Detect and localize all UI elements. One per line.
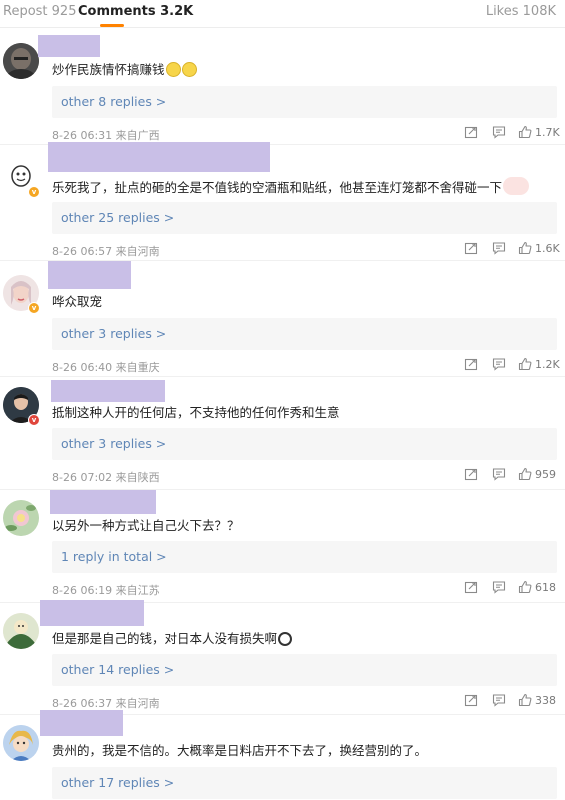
comment-text: 哗众取宠 xyxy=(52,293,102,311)
like-count: 1.6K xyxy=(535,242,560,255)
like-count: 1.2K xyxy=(535,358,560,371)
tab-repost[interactable]: Repost 925 xyxy=(3,4,76,19)
comment-meta: 8-26 06:31 来自广西 xyxy=(52,129,160,142)
comment-icon[interactable] xyxy=(492,693,506,707)
yellow-face-icon xyxy=(181,62,197,77)
comment-body: 抵制这种人开的任何店，不支持他的任何作秀和生意 xyxy=(52,405,340,420)
comment-item: 贵州的，我是不信的。大概率是日料店开不下去了，换经营别的了。 other 17 … xyxy=(0,710,565,800)
comment-text: 炒作民族情怀搞赚钱 xyxy=(52,61,197,79)
replies-link[interactable]: other 25 replies > xyxy=(52,202,557,234)
share-icon[interactable] xyxy=(464,693,478,707)
comment-text: 乐死我了，扯点的砸的全是不值钱的空酒瓶和贴纸，他甚至连灯笼都不舍得碰一下 xyxy=(52,177,530,197)
username-redacted xyxy=(40,600,144,626)
like-count: 338 xyxy=(535,694,556,707)
comment-body: 哗众取宠 xyxy=(52,294,103,309)
replies-label[interactable]: other 25 replies > xyxy=(61,210,174,225)
comment-body: 但是那是自己的钱，对日本人没有损失啊 xyxy=(52,631,278,646)
replies-link[interactable]: other 17 replies > xyxy=(52,767,557,799)
thumbs-up-icon[interactable] xyxy=(518,357,532,371)
thumbs-up-icon[interactable] xyxy=(518,580,532,594)
replies-label[interactable]: other 3 replies > xyxy=(61,436,166,451)
thumbs-up-icon[interactable] xyxy=(518,693,532,707)
comment-meta: 8-26 06:57 来自河南 xyxy=(52,245,160,258)
thumbs-up-icon[interactable] xyxy=(518,241,532,255)
replies-link[interactable]: other 8 replies > xyxy=(52,86,557,118)
comment-item: v 哗众取宠 other 3 replies > 8-26 06:40 来自重庆… xyxy=(0,261,565,377)
like-count: 618 xyxy=(535,581,556,594)
replies-label[interactable]: 1 reply in total > xyxy=(61,549,167,564)
comment-item: 但是那是自己的钱，对日本人没有损失啊 other 14 replies > 8-… xyxy=(0,600,565,715)
comment-body: 以另外一种方式让自己火下去？？ xyxy=(52,518,240,533)
avatar[interactable] xyxy=(3,725,39,761)
comment-meta: 8-26 06:37 来自河南 xyxy=(52,697,160,710)
comment-item: v 乐死我了，扯点的砸的全是不值钱的空酒瓶和贴纸，他甚至连灯笼都不舍得碰一下 o… xyxy=(0,142,565,261)
replies-label[interactable]: other 17 replies > xyxy=(61,775,174,790)
verified-badge-icon: v xyxy=(28,302,40,314)
avatar[interactable] xyxy=(3,500,39,536)
comment-icon[interactable] xyxy=(492,241,506,255)
pig-face-icon xyxy=(503,177,530,195)
username-redacted xyxy=(38,35,100,57)
comment-text: 贵州的，我是不信的。大概率是日料店开不下去了，换经营别的了。 xyxy=(52,742,427,760)
verified-badge-icon: v xyxy=(28,186,40,198)
comment-icon[interactable] xyxy=(492,580,506,594)
replies-link[interactable]: 1 reply in total > xyxy=(52,541,557,573)
share-icon[interactable] xyxy=(464,241,478,255)
replies-link[interactable]: other 3 replies > xyxy=(52,428,557,460)
thumbs-up-icon[interactable] xyxy=(518,125,532,139)
comment-body: 炒作民族情怀搞赚钱 xyxy=(52,62,165,77)
like-count: 1.7K xyxy=(535,126,560,139)
active-tab-indicator xyxy=(100,24,124,27)
username-redacted xyxy=(50,490,156,514)
panda-face-icon xyxy=(278,632,293,646)
replies-label[interactable]: other 3 replies > xyxy=(61,326,166,341)
verified-badge-icon: v xyxy=(28,414,40,426)
replies-link[interactable]: other 14 replies > xyxy=(52,654,557,686)
username-redacted xyxy=(48,261,131,289)
comment-text: 但是那是自己的钱，对日本人没有损失啊 xyxy=(52,630,293,648)
username-redacted xyxy=(48,142,270,172)
comment-text: 以另外一种方式让自己火下去？？ xyxy=(52,517,240,535)
comment-item: 炒作民族情怀搞赚钱 other 8 replies > 8-26 06:31 来… xyxy=(0,29,565,145)
comment-meta: 8-26 07:02 来自陕西 xyxy=(52,471,160,484)
avatar[interactable] xyxy=(3,613,39,649)
tab-likes[interactable]: Likes 108K xyxy=(486,4,556,19)
share-icon[interactable] xyxy=(464,467,478,481)
yellow-face-icon xyxy=(165,62,181,77)
comment-icon[interactable] xyxy=(492,357,506,371)
replies-label[interactable]: other 8 replies > xyxy=(61,94,166,109)
share-icon[interactable] xyxy=(464,125,478,139)
tab-bar: Repost 925 Comments 3.2K Likes 108K xyxy=(0,0,565,28)
comment-meta: 8-26 06:40 来自重庆 xyxy=(52,361,160,374)
comment-body: 乐死我了，扯点的砸的全是不值钱的空酒瓶和贴纸，他甚至连灯笼都不舍得碰一下 xyxy=(52,180,503,195)
tab-comments[interactable]: Comments 3.2K xyxy=(78,4,193,19)
avatar[interactable] xyxy=(3,43,39,79)
share-icon[interactable] xyxy=(464,357,478,371)
like-count: 959 xyxy=(535,468,556,481)
username-redacted xyxy=(40,710,123,736)
thumbs-up-icon[interactable] xyxy=(518,467,532,481)
comment-item: 以另外一种方式让自己火下去？？ 1 reply in total > 8-26 … xyxy=(0,490,565,603)
comment-icon[interactable] xyxy=(492,467,506,481)
username-redacted xyxy=(51,380,165,402)
replies-label[interactable]: other 14 replies > xyxy=(61,662,174,677)
comment-body: 贵州的，我是不信的。大概率是日料店开不下去了，换经营别的了。 xyxy=(52,743,428,758)
comment-text: 抵制这种人开的任何店，不支持他的任何作秀和生意 xyxy=(52,404,340,422)
comment-meta: 8-26 06:19 来自江苏 xyxy=(52,584,160,597)
share-icon[interactable] xyxy=(464,580,478,594)
comment-icon[interactable] xyxy=(492,125,506,139)
replies-link[interactable]: other 3 replies > xyxy=(52,318,557,350)
comment-item: v 抵制这种人开的任何店，不支持他的任何作秀和生意 other 3 replie… xyxy=(0,377,565,490)
